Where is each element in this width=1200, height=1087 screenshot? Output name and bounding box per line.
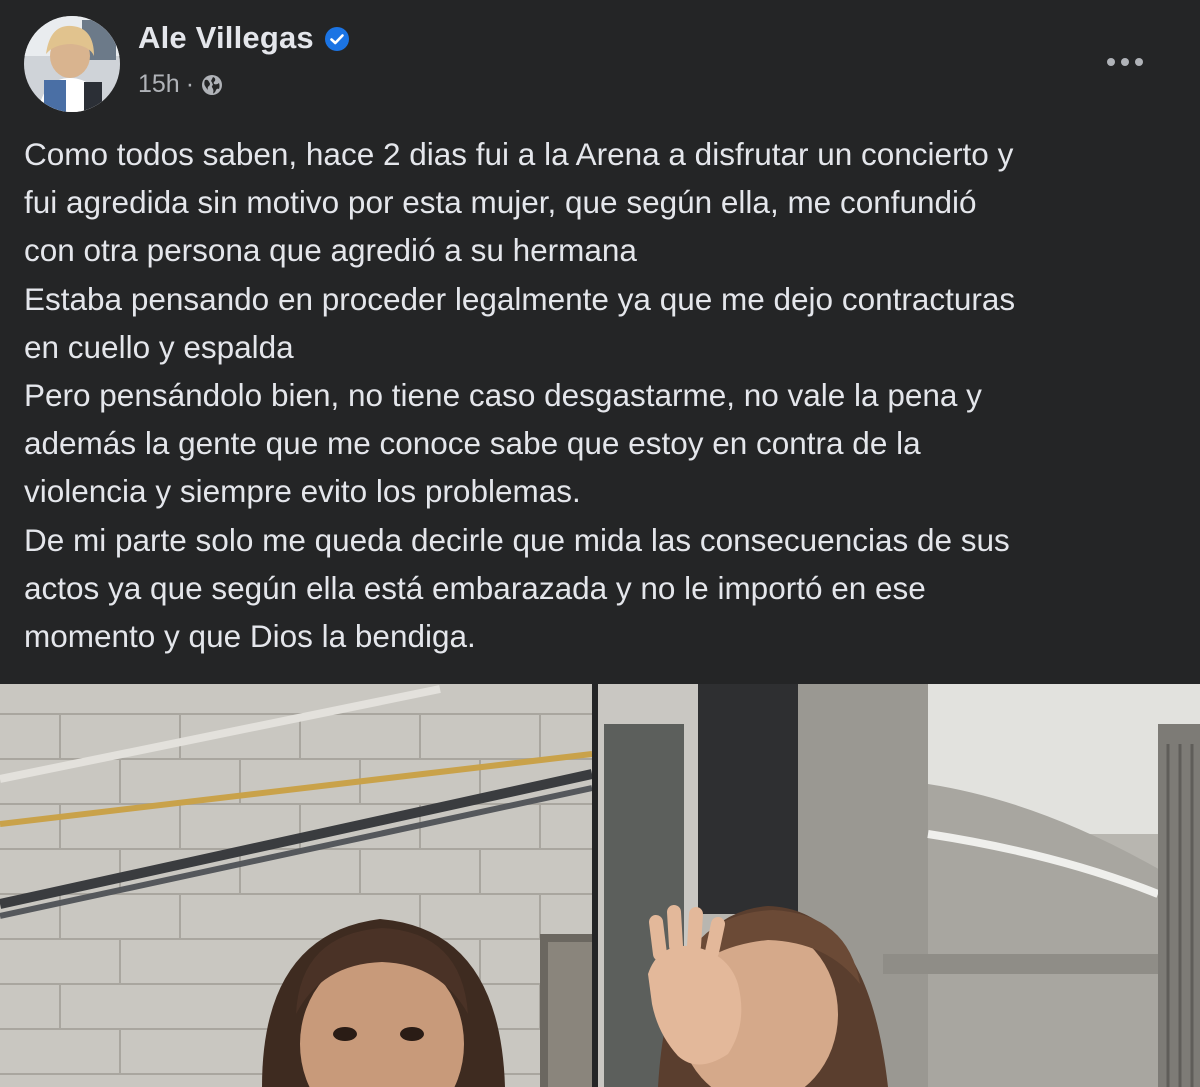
post-text-line: violencia y siempre evito los problemas.: [24, 473, 581, 510]
post-text-line: actos ya que según ella está embarazada …: [24, 569, 926, 606]
more-options-button[interactable]: [1098, 42, 1152, 82]
post-text-line: además la gente que me conoce sabe que e…: [24, 425, 921, 462]
more-options-icon: [1107, 58, 1143, 66]
author-line: Ale Villegas: [138, 20, 350, 56]
media-photo-right[interactable]: [598, 684, 1200, 1087]
post-text-line: Pero pensándolo bien, no tiene caso desg…: [24, 377, 982, 414]
post-text-line: fui agredida sin motivo por esta mujer, …: [24, 184, 977, 221]
post-text-line: en cuello y espalda: [24, 328, 294, 365]
post-text-line: momento y que Dios la bendiga.: [24, 618, 476, 655]
author-name[interactable]: Ale Villegas: [138, 20, 314, 56]
media-photo-left[interactable]: [0, 684, 592, 1087]
globe-icon[interactable]: [200, 73, 224, 97]
post-text: Como todos saben, hace 2 dias fui a la A…: [24, 130, 1174, 660]
avatar-photo: [24, 16, 120, 112]
post-text-line: De mi parte solo me queda decirle que mi…: [24, 521, 1010, 558]
post-meta: 15h ·: [138, 70, 224, 99]
verified-badge-icon: [324, 26, 350, 52]
facebook-post: Ale Villegas 15h · Como todos saben, hac…: [0, 0, 1200, 1087]
meta-separator: ·: [185, 70, 195, 98]
post-media-grid: [0, 684, 1200, 1087]
post-text-line: con otra persona que agredió a su herman…: [24, 232, 637, 269]
post-text-line: Como todos saben, hace 2 dias fui a la A…: [24, 136, 1014, 172]
post-text-line: Estaba pensando en proceder legalmente y…: [24, 280, 1016, 317]
post-header: Ale Villegas 15h ·: [24, 16, 1176, 112]
post-timestamp[interactable]: 15h: [138, 70, 180, 99]
author-avatar[interactable]: [24, 16, 120, 112]
photo-girl-brick-wall: [0, 684, 592, 1087]
photo-woman-hallway: [598, 684, 1200, 1087]
